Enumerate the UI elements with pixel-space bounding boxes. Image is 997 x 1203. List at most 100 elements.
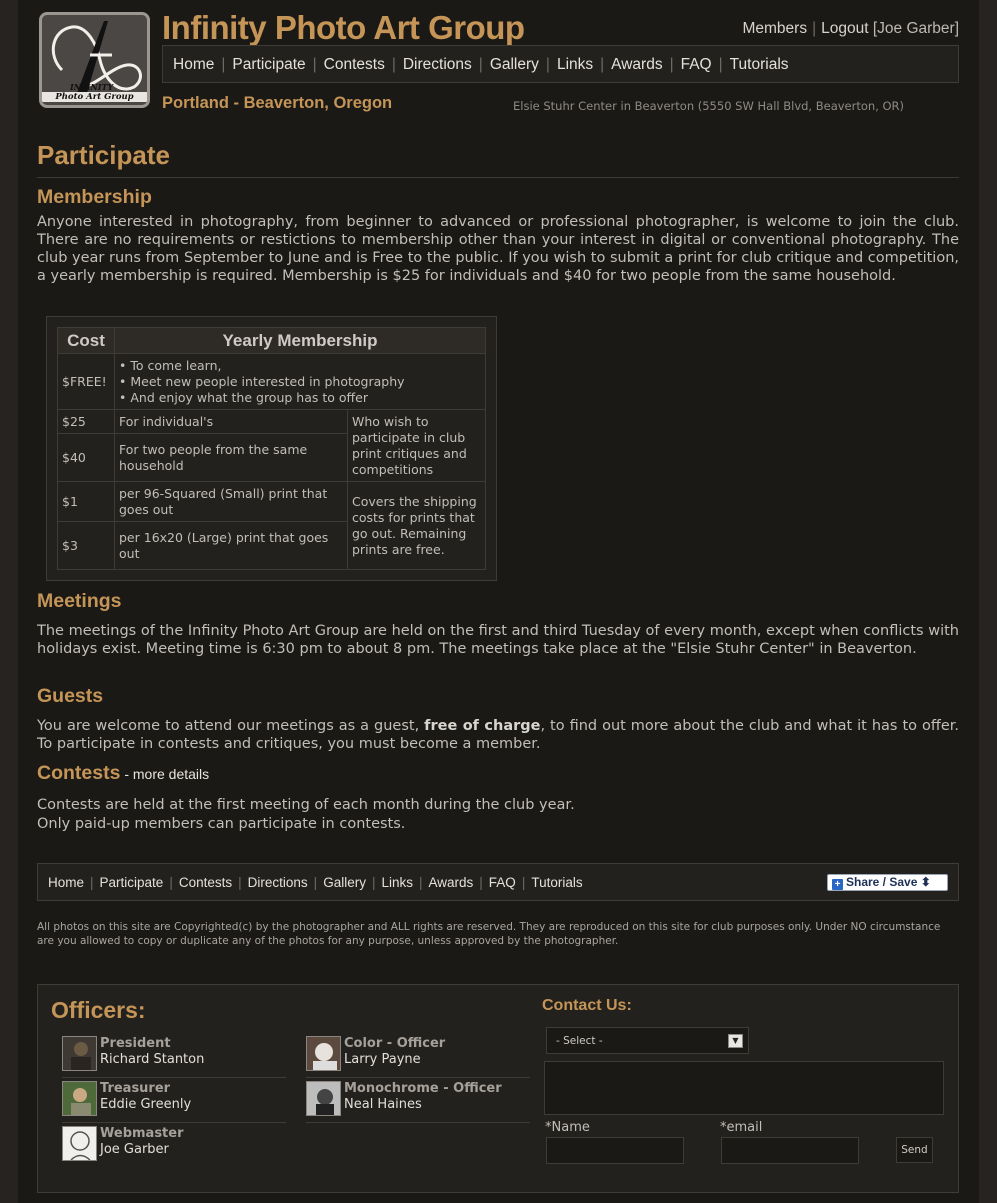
contests-heading-text: Contests — [37, 762, 121, 784]
membership-table-box: Cost Yearly Membership $FREE! To come le… — [46, 316, 497, 581]
officer-role: President — [100, 1036, 171, 1051]
contact-recipient-select[interactable]: - Select - ▼ — [546, 1027, 749, 1054]
officer-name: Joe Garber — [100, 1142, 169, 1157]
nav-awards[interactable]: Awards — [611, 56, 662, 73]
officer-name: Eddie Greenly — [100, 1097, 192, 1112]
list-item: Meet new people interested in photograph… — [119, 374, 481, 390]
nav-gallery[interactable]: Gallery — [490, 56, 539, 73]
email-field[interactable] — [721, 1137, 859, 1164]
logout-link[interactable]: Logout — [821, 20, 868, 37]
footer-nav-awards[interactable]: Awards — [429, 875, 474, 890]
avatar-photo-icon — [63, 1127, 96, 1160]
name-field[interactable] — [546, 1137, 684, 1164]
officer-color: Color - Officer Larry Payne — [306, 1036, 530, 1078]
contests-more-details-link[interactable]: - more details — [120, 766, 209, 782]
officer-treasurer: Treasurer Eddie Greenly — [62, 1081, 286, 1123]
meetings-heading: Meetings — [37, 590, 122, 612]
officer-name: Larry Payne — [344, 1052, 421, 1067]
nav-links[interactable]: Links — [557, 56, 593, 73]
officers-title: Officers: — [51, 997, 146, 1023]
footer-nav-faq[interactable]: FAQ — [489, 875, 516, 890]
avatar — [306, 1036, 341, 1071]
site-title[interactable]: Infinity Photo Art Group — [162, 9, 525, 47]
col-cost: Cost — [57, 327, 115, 354]
cost-3: $3 — [57, 521, 115, 570]
contests-line: Contests are held at the first meeting o… — [37, 797, 575, 813]
desc-1: per 96-Squared (Small) print that goes o… — [114, 481, 348, 522]
officer-role: Color - Officer — [344, 1036, 446, 1051]
officer-role: Treasurer — [100, 1081, 171, 1096]
main-content: Participate Membership Anyone interested… — [37, 140, 959, 832]
nav-faq[interactable]: FAQ — [681, 56, 712, 73]
account-links: Members | Logout [Joe Garber] — [742, 20, 959, 38]
avatar — [62, 1036, 97, 1071]
logo-infinity-text: INFINITY — [70, 82, 114, 92]
share-save-button[interactable]: + Share / Save ⬍ — [827, 874, 948, 891]
cost-1: $1 — [57, 481, 115, 522]
desc-3: per 16x20 (Large) print that goes out — [114, 521, 348, 570]
officer-monochrome: Monochrome - Officer Neal Haines — [306, 1081, 530, 1123]
nav-tutorials[interactable]: Tutorials — [730, 56, 789, 73]
nav-participate[interactable]: Participate — [232, 56, 305, 73]
avatar-photo-icon — [307, 1037, 340, 1070]
officer-role: Webmaster — [100, 1126, 184, 1141]
cost-40: $40 — [57, 433, 115, 482]
name-label: *Name — [545, 1120, 590, 1135]
cost-free: $FREE! — [57, 353, 115, 410]
officers-contact-panel: Officers: President Richard Stanton Trea… — [37, 984, 959, 1193]
nav-directions[interactable]: Directions — [403, 56, 472, 73]
avatar-photo-icon — [63, 1082, 96, 1115]
plus-icon: + — [832, 879, 843, 890]
message-textarea[interactable] — [544, 1061, 944, 1115]
email-label: *email — [720, 1120, 763, 1135]
footer-nav-links[interactable]: Links — [381, 875, 413, 890]
updown-arrows-icon: ⬍ — [920, 875, 931, 889]
avatar — [62, 1126, 97, 1161]
avatar — [306, 1081, 341, 1116]
copyright-notice: All photos on this site are Copyrighted(… — [37, 921, 941, 947]
officer-name: Neal Haines — [344, 1097, 422, 1112]
desc-25: For individual's — [114, 409, 348, 434]
desc-40: For two people from the same household — [114, 433, 348, 482]
meeting-address: Elsie Stuhr Center in Beaverton (5550 SW… — [513, 99, 905, 113]
nav-contests[interactable]: Contests — [324, 56, 385, 73]
guests-heading: Guests — [37, 685, 104, 707]
officer-president: President Richard Stanton — [62, 1036, 286, 1078]
avatar — [62, 1081, 97, 1116]
location-label: Portland - Beaverton, Oregon — [162, 94, 393, 112]
contests-text: Contests are held at the first meeting o… — [37, 796, 959, 834]
separator: | — [812, 20, 817, 37]
avatar-photo-icon — [307, 1082, 340, 1115]
shipping-note: Covers the shipping costs for prints tha… — [347, 481, 486, 570]
membership-text: Anyone interested in photography, from b… — [37, 214, 959, 284]
footer-nav-directions[interactable]: Directions — [248, 875, 308, 890]
main-nav: Home | Participate | Contests | Directions | Gal… — [162, 45, 959, 83]
free-benefits: To come learn, Meet new people intereste… — [114, 353, 486, 410]
footer-nav-tutorials[interactable]: Tutorials — [531, 875, 582, 890]
guests-text-part: You are welcome to attend our meetings a… — [37, 718, 425, 734]
footer-nav-home[interactable]: Home — [48, 875, 84, 890]
avatar-photo-icon — [63, 1037, 96, 1070]
current-user: [Joe Garber] — [872, 20, 959, 37]
guests-text: You are welcome to attend our meetings a… — [37, 717, 959, 753]
contact-title: Contact Us: — [542, 997, 632, 1014]
footer-nav-gallery[interactable]: Gallery — [323, 875, 366, 890]
col-yearly-membership: Yearly Membership — [114, 327, 486, 354]
footer-nav: Home | Participate | Contests | Directions | Gal… — [37, 863, 959, 901]
logo-subtext: Photo Art Group — [42, 92, 147, 102]
footer-nav-participate[interactable]: Participate — [100, 875, 164, 890]
contests-heading: Contests - more details — [37, 762, 209, 785]
meetings-text: The meetings of the Infinity Photo Art G… — [37, 623, 959, 657]
footer-nav-contests[interactable]: Contests — [179, 875, 232, 890]
chevron-down-icon[interactable]: ▼ — [728, 1034, 743, 1048]
cost-25: $25 — [57, 409, 115, 434]
site-logo[interactable]: INFINITY Photo Art Group — [39, 12, 150, 108]
free-benefits-list: To come learn, Meet new people intereste… — [119, 358, 481, 406]
officer-role: Monochrome - Officer — [344, 1081, 502, 1096]
select-value: - Select - — [556, 1035, 603, 1047]
send-button[interactable]: Send — [896, 1137, 933, 1163]
membership-heading: Membership — [37, 186, 152, 208]
share-save-label: Share / Save — [846, 875, 918, 889]
nav-home[interactable]: Home — [173, 56, 214, 73]
members-link[interactable]: Members — [742, 20, 807, 37]
